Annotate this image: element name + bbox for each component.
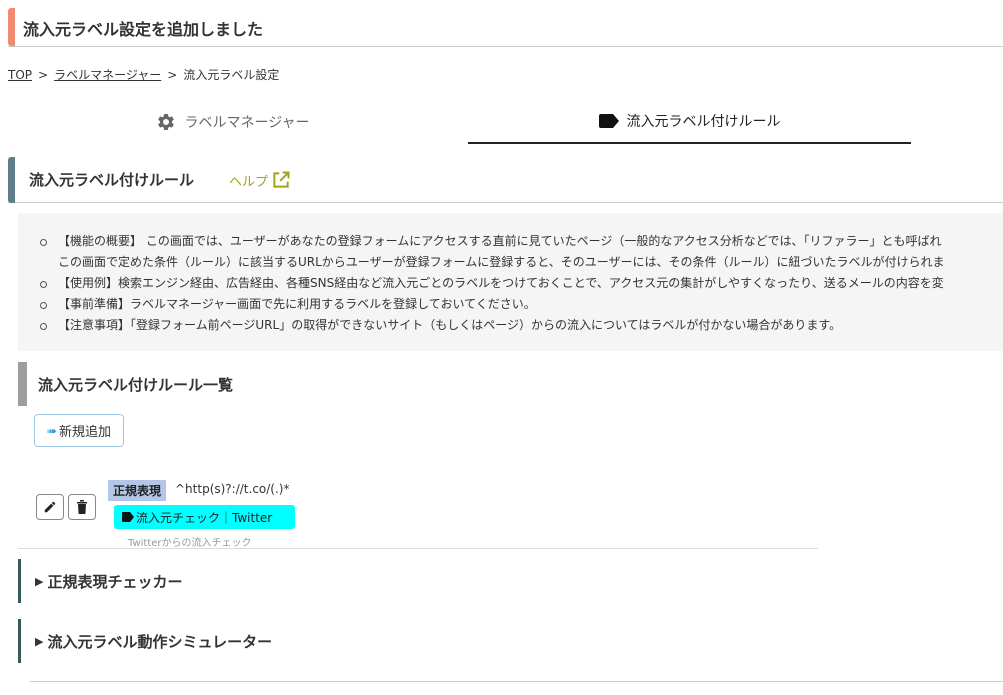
section-accent-bar <box>8 157 15 203</box>
notice-text: 流入元ラベル設定を追加しました <box>23 20 264 39</box>
tag-icon <box>598 114 627 128</box>
regex-type-badge: 正規表現 <box>108 480 167 501</box>
regex-checker-label: ▶ 正規表現チェッカー <box>35 571 182 592</box>
rule-label-description: Twitterからの流入チェック <box>128 538 252 549</box>
label-simulator-label: ▶ 流入元ラベル動作シミュレーター <box>35 631 272 652</box>
regex-checker-toggle[interactable]: ▶ 正規表現チェッカー <box>18 559 1003 603</box>
breadcrumb-current: 流入元ラベル設定 <box>183 68 280 82</box>
breadcrumb: TOP > ラベルマネージャー > 流入元ラベル設定 <box>8 66 279 83</box>
rule-list-accent-bar <box>18 362 27 406</box>
breadcrumb-label-manager[interactable]: ラベルマネージャー <box>54 68 161 82</box>
success-notice: 流入元ラベル設定を追加しました <box>8 8 1003 47</box>
add-rule-button[interactable]: ➠ 新規追加 <box>34 414 124 447</box>
rule-label-text: 流入元チェック｜Twitter <box>136 510 273 525</box>
breadcrumb-top[interactable]: TOP <box>8 68 32 82</box>
caret-right-icon: ▶ <box>35 575 44 588</box>
add-rule-label: 新規追加 <box>59 425 112 440</box>
help-label: ヘルプ <box>229 174 269 190</box>
gear-icon <box>156 112 184 132</box>
info-item-overview-cont: この画面で定めた条件（ルール）に該当するURLからユーザーが登録フォームに登録す… <box>58 255 945 269</box>
tab-label-manager[interactable]: ラベルマネージャー <box>8 100 458 144</box>
rule-pattern: ^http(s)?://t.co/(.)* <box>175 482 290 496</box>
info-item-overview: 【機能の概要】 この画面では、ユーザーがあなたの登録フォームにアクセスする直前に… <box>40 231 1003 252</box>
info-item-preparation: 【事前準備】ラベルマネージャー画面で先に利用するラベルを登録しておいてください。 <box>40 294 1003 315</box>
external-link-icon <box>268 170 291 190</box>
arrow-right-icon: ➠ <box>46 423 58 438</box>
tab-inflow-label-rules[interactable]: 流入元ラベル付けルール <box>468 100 911 144</box>
regex-checker-title: 正規表現チェッカー <box>47 573 183 591</box>
label-simulator-toggle[interactable]: ▶ 流入元ラベル動作シミュレーター <box>18 619 1003 663</box>
info-item-example: 【使用例】検索エンジン経由、広告経由、各種SNS経由など流入元ごとのラベルをつけ… <box>40 273 1003 294</box>
info-list: 【機能の概要】 この画面では、ユーザーがあなたの登録フォームにアクセスする直前に… <box>18 213 1003 336</box>
help-link[interactable]: ヘルプ <box>229 170 291 190</box>
pencil-icon <box>43 500 57 514</box>
delete-rule-button[interactable] <box>68 494 96 520</box>
section-header: 流入元ラベル付けルール ヘルプ <box>8 157 1003 203</box>
notice-accent-bar <box>8 8 15 46</box>
tab-bar: ラベルマネージャー 流入元ラベル付けルール <box>8 100 1003 144</box>
rule-list-title: 流入元ラベル付けルール一覧 <box>38 376 234 394</box>
tag-icon <box>122 512 136 522</box>
breadcrumb-separator: > <box>167 68 178 82</box>
feature-info-box: 【機能の概要】 この画面では、ユーザーがあなたの登録フォームにアクセスする直前に… <box>18 213 1003 351</box>
caret-right-icon: ▶ <box>35 635 44 648</box>
rule-list-header: 流入元ラベル付けルール一覧 <box>18 362 418 406</box>
section-title: 流入元ラベル付けルール <box>29 171 195 189</box>
trash-icon <box>76 500 88 514</box>
label-simulator-title: 流入元ラベル動作シミュレーター <box>47 633 273 651</box>
info-item-caution: 【注意事項】「登録フォーム前ページURL」の取得ができないサイト（もしくはページ… <box>40 315 1003 336</box>
tab-label: ラベルマネージャー <box>184 115 310 131</box>
bottom-divider <box>30 681 1003 682</box>
tab-label: 流入元ラベル付けルール <box>626 114 781 130</box>
rule-label-chip: 流入元チェック｜Twitter <box>114 505 295 529</box>
rule-divider <box>18 548 818 549</box>
edit-rule-button[interactable] <box>36 494 64 520</box>
breadcrumb-separator: > <box>38 68 49 82</box>
